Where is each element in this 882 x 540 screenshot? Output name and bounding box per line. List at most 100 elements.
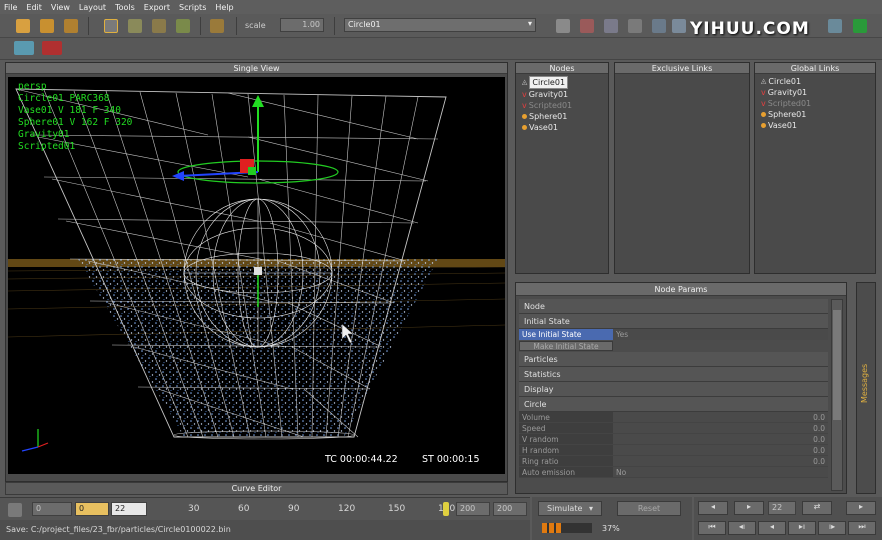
tree-item-label: Sphere01 (529, 112, 568, 121)
prev-key-button[interactable]: ◂ (698, 501, 728, 515)
section-particles[interactable]: Particles (519, 352, 828, 367)
timeline-start-field[interactable]: 0 (32, 502, 72, 516)
section-statistics[interactable]: Statistics (519, 367, 828, 382)
menu-item-help[interactable]: Help (215, 3, 233, 12)
param-row[interactable]: Ring ratio 0.0 (519, 456, 828, 467)
play-sim-icon[interactable] (853, 19, 867, 33)
scale-input[interactable]: 1.00 (280, 18, 324, 32)
tree-item[interactable]: Sphere01 (761, 109, 875, 120)
param-row[interactable]: Speed 0.0 (519, 423, 828, 434)
axis-x (37, 442, 49, 448)
next-key-button[interactable]: ▸ (734, 501, 764, 515)
param-value: 0.0 (613, 456, 828, 466)
gear-icon[interactable] (628, 19, 642, 33)
rotate-tool-icon[interactable] (152, 19, 166, 33)
object-select[interactable]: Circle01 ▾ (344, 18, 536, 32)
scroll-thumb[interactable] (833, 310, 841, 420)
lock-icon[interactable] (8, 503, 22, 517)
current-frame-start[interactable]: 0 (75, 502, 109, 516)
save-file-icon[interactable] (64, 19, 78, 33)
tree-item[interactable]: ◬ Circle01 (761, 76, 875, 87)
select-arrow-icon[interactable] (104, 19, 118, 33)
tree-item[interactable]: v Scripted01 (522, 100, 608, 111)
open-file-icon[interactable] (40, 19, 54, 33)
param-row[interactable]: Auto emission No (519, 467, 828, 478)
scissors-icon[interactable] (580, 19, 594, 33)
param-label: Volume (519, 412, 613, 422)
playhead-marker-icon[interactable] (443, 502, 449, 516)
main-toolbar: scale 1.00 Circle01 ▾ YIHUU.COM (0, 14, 882, 39)
param-value: 0.0 (613, 434, 828, 444)
timeline-tick-label: 60 (238, 504, 250, 514)
tree-item[interactable]: v Scripted01 (761, 98, 875, 109)
fluid-icon[interactable] (828, 19, 842, 33)
step-forward-button[interactable]: ı▸ (818, 521, 846, 535)
nodes-tree: ◬ Circle01 v Gravity01 v Scripted01 Sphere01 Va… (516, 74, 608, 133)
param-row[interactable]: H random 0.0 (519, 445, 828, 456)
transport-frame-field[interactable]: 22 (768, 501, 796, 515)
menu-item-layout[interactable]: Layout (79, 3, 106, 12)
section-display[interactable]: Display (519, 382, 828, 397)
current-frame-field[interactable]: 22 (111, 502, 147, 516)
end-button[interactable]: ▸ (846, 501, 876, 515)
messages-label: Messages (860, 363, 869, 403)
tree-item[interactable]: Sphere01 (522, 111, 608, 122)
menu-item-edit[interactable]: Edit (26, 3, 42, 12)
loop-button[interactable]: ⇄ (802, 501, 832, 515)
vase-icon (761, 123, 766, 128)
wave-icon[interactable] (652, 19, 666, 33)
menu-item-view[interactable]: View (51, 3, 70, 12)
menu-item-export[interactable]: Export (144, 3, 170, 12)
hud-line: Sphere01 V 162 F 320 (18, 117, 133, 128)
last-frame-button[interactable]: ⏭ (848, 521, 876, 535)
step-back-button[interactable]: ◂ı (728, 521, 756, 535)
viewport-3d[interactable]: persp Circle01 PARC368 Vase01 V 181 F 340 S… (8, 77, 505, 474)
param-row[interactable]: Volume 0.0 (519, 412, 828, 423)
section-circle[interactable]: Circle (519, 397, 828, 412)
chevron-down-icon: ▾ (527, 19, 532, 28)
new-file-icon[interactable] (16, 19, 30, 33)
particles-icon[interactable] (604, 19, 618, 33)
timeline-end-field[interactable]: 200 (456, 502, 490, 516)
simulate-button[interactable]: Simulate ▾ (538, 501, 602, 516)
section-node[interactable]: Node (519, 299, 828, 314)
timeline-tick-label: 120 (338, 504, 356, 514)
menu-item-tools[interactable]: Tools (115, 3, 135, 12)
curve-editor-bar[interactable]: Curve Editor (5, 482, 508, 495)
sphere-icon (522, 114, 527, 119)
link-tool-icon[interactable] (210, 19, 224, 33)
tree-item[interactable]: v Gravity01 (522, 89, 608, 100)
param-label: Speed (519, 423, 613, 433)
timeline-end-field-2[interactable]: 200 (493, 502, 527, 516)
tree-item[interactable]: Vase01 (522, 122, 608, 133)
record-icon[interactable] (42, 41, 62, 55)
reset-button[interactable]: Reset (617, 501, 681, 516)
play-back-button[interactable]: ◂ (758, 521, 786, 535)
sim-time-readout: ST 00:00:15 (422, 454, 480, 465)
node-params-panel: Node Params Node Initial State Use Initi… (515, 282, 847, 494)
gravity-icon: v (522, 90, 527, 99)
use-initial-state-value[interactable]: Yes (613, 329, 828, 340)
make-initial-state-button[interactable]: Make Initial State (519, 341, 613, 351)
first-frame-button[interactable]: ⏮ (698, 521, 726, 535)
param-label: Ring ratio (519, 456, 613, 466)
tree-item[interactable]: v Gravity01 (761, 87, 875, 98)
menu-item-scripts[interactable]: Scripts (179, 3, 206, 12)
axis-z (21, 446, 39, 452)
move-tool-icon[interactable] (128, 19, 142, 33)
scale-tool-icon[interactable] (176, 19, 190, 33)
tree-item[interactable]: Vase01 (761, 120, 875, 131)
tree-item[interactable]: ◬ Circle01 (522, 76, 608, 89)
render-preview-icon[interactable] (14, 41, 34, 55)
play-button[interactable]: ▸ı (788, 521, 816, 535)
menu-item-file[interactable]: File (4, 3, 17, 12)
section-initial-state[interactable]: Initial State (519, 314, 828, 329)
tree-item-label: Circle01 (768, 77, 802, 86)
single-view-title: Single View (6, 63, 507, 74)
messages-tab[interactable]: Messages (856, 282, 876, 494)
molecule-icon[interactable] (556, 19, 570, 33)
snowflake-icon[interactable] (672, 19, 686, 33)
exclusive-links-panel: Exclusive Links (614, 62, 750, 274)
param-row[interactable]: V random 0.0 (519, 434, 828, 445)
params-scrollbar[interactable] (831, 299, 843, 491)
